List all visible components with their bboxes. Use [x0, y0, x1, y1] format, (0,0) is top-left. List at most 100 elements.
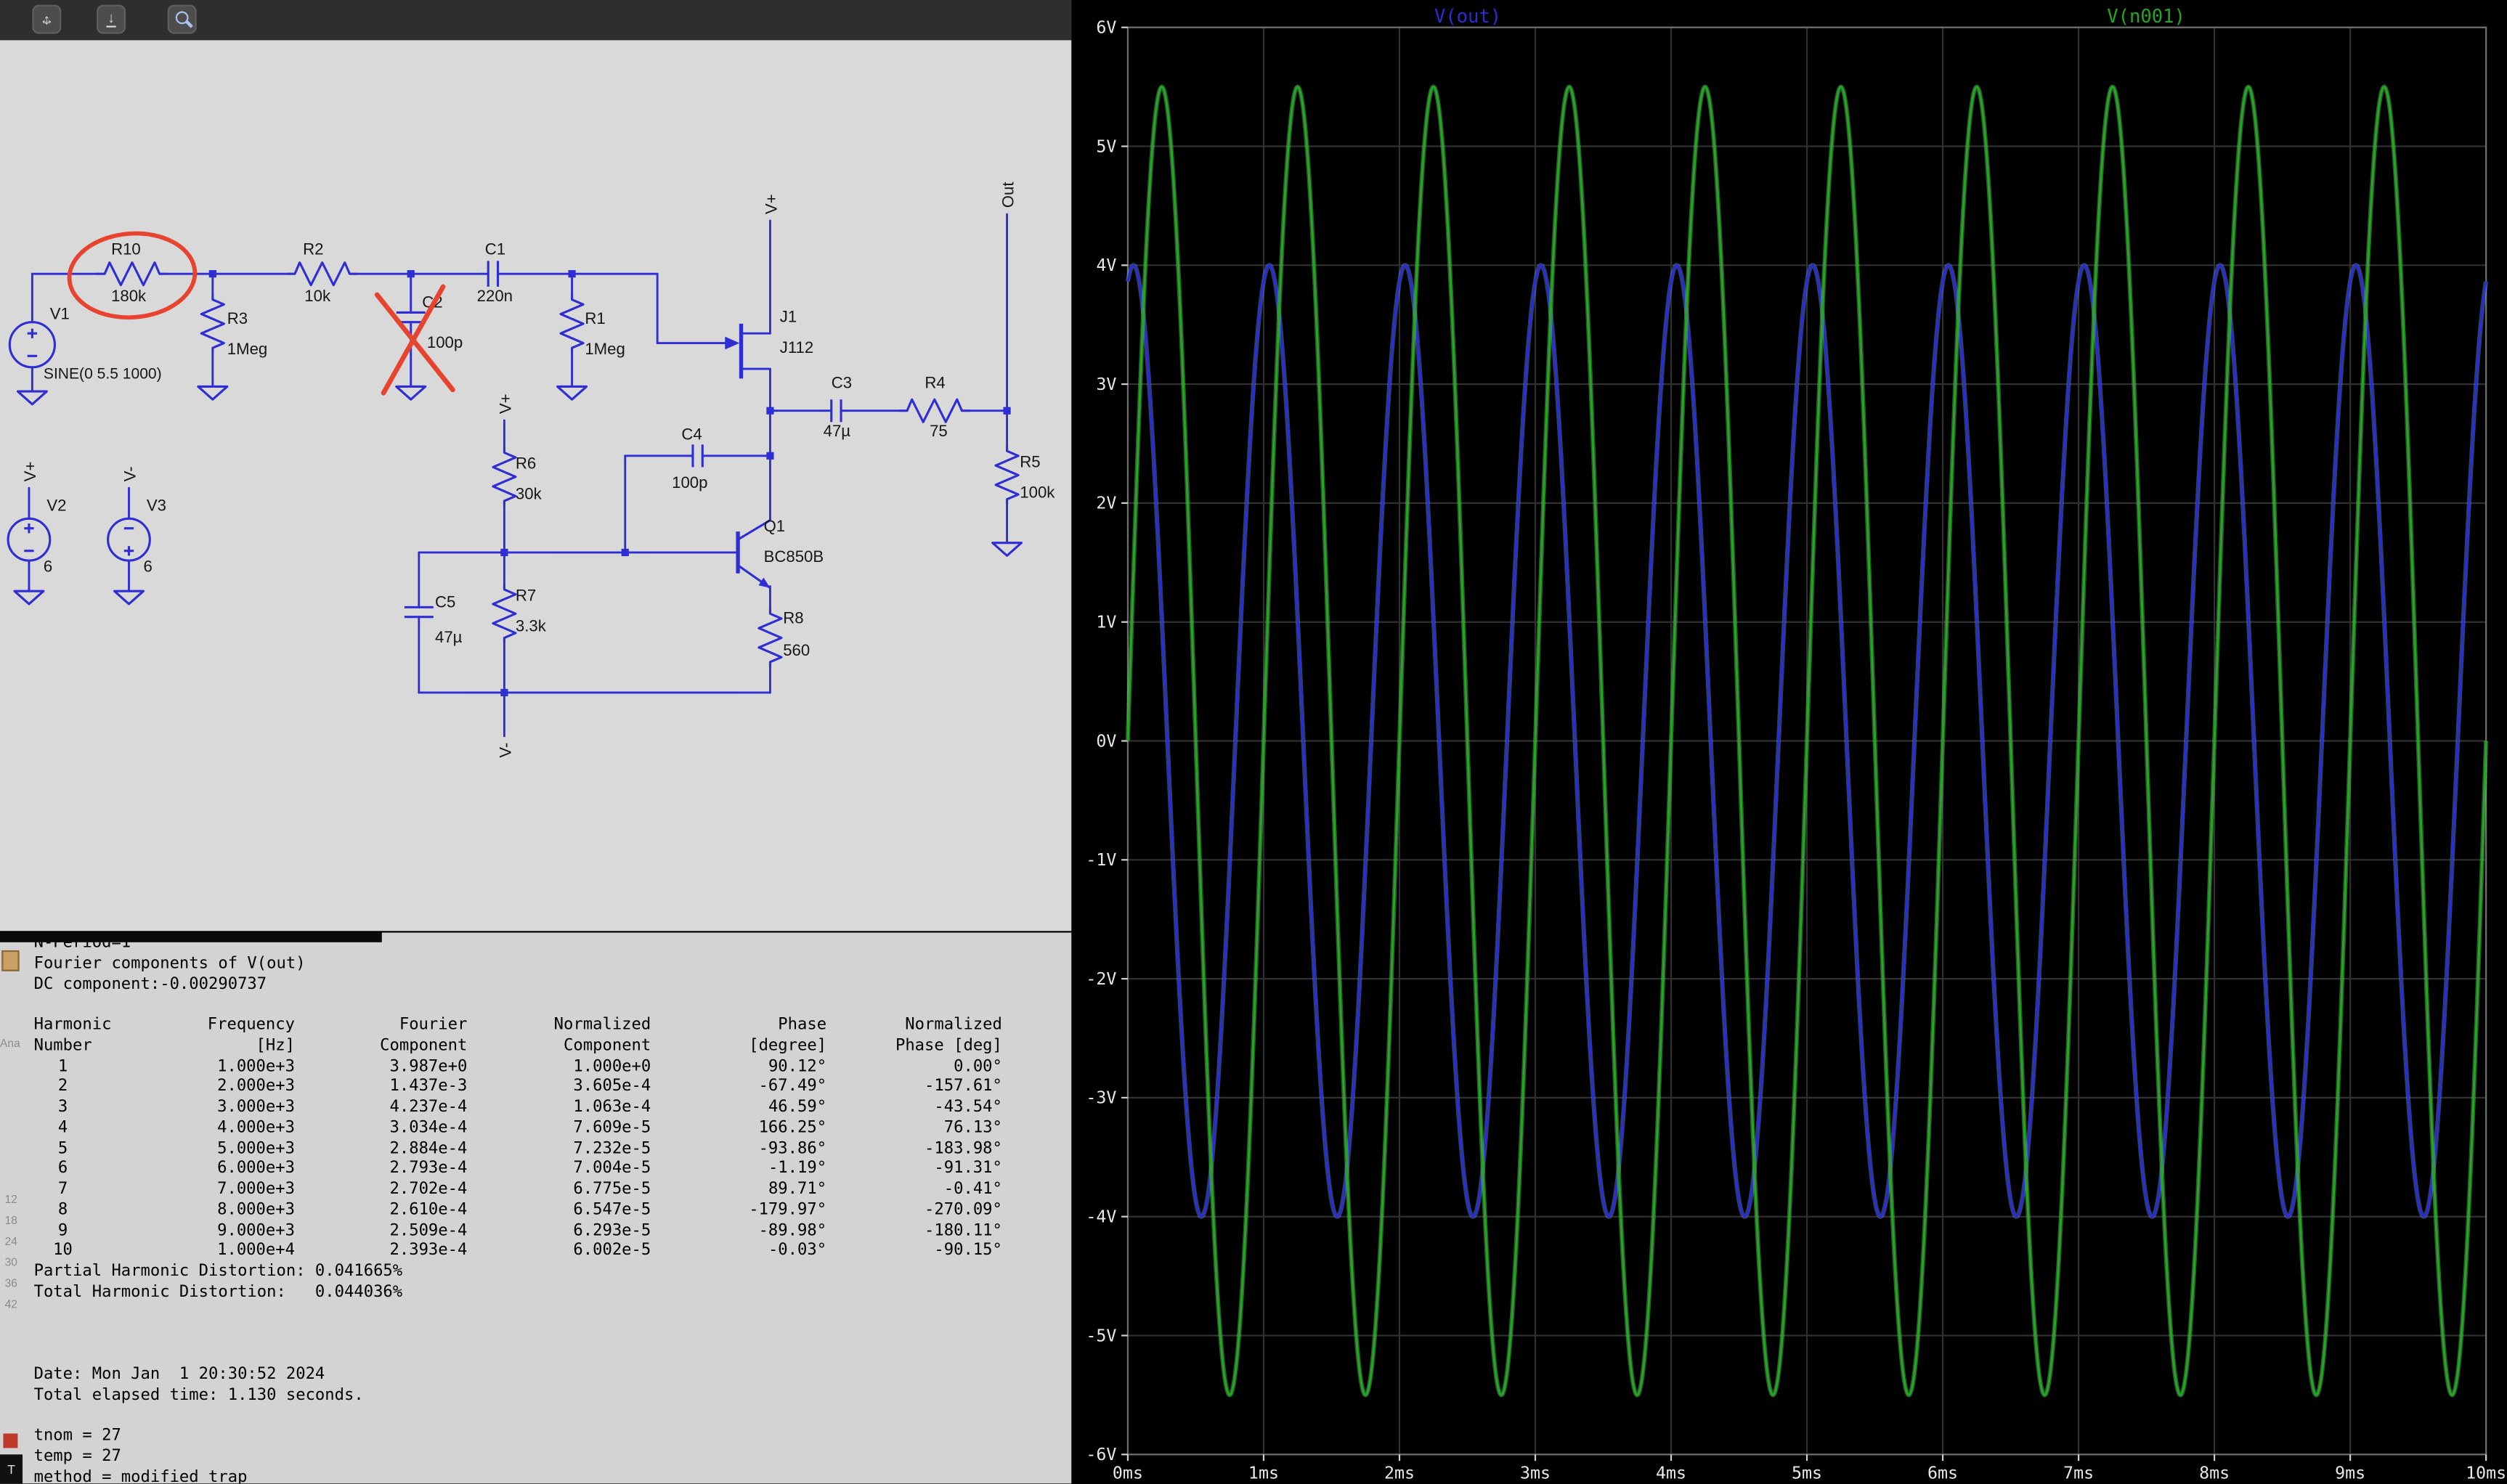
r1-ref: R1 — [585, 309, 605, 327]
r10-ref: R10 — [111, 240, 141, 258]
v1-ref: V1 — [50, 304, 70, 322]
svg-text:2V: 2V — [1096, 494, 1116, 513]
log-line: method = modified trap — [0, 1468, 1071, 1484]
svg-text:8ms: 8ms — [2199, 1464, 2230, 1483]
fourier-row: 22.000e+31.437e-33.605e-4-67.49°-157.61° — [0, 1078, 1071, 1098]
log-line: Total Harmonic Distortion: 0.044036% — [0, 1284, 1071, 1304]
c4-value: 100p — [672, 473, 707, 492]
c3-ref: C3 — [832, 374, 852, 392]
down-arrow-icon: ↓ — [98, 7, 123, 32]
svg-text:9ms: 9ms — [2335, 1464, 2365, 1483]
r8-ref: R8 — [783, 609, 803, 627]
r2-value: 10k — [304, 287, 331, 305]
move-tool-button[interactable]: ↔ ↕ — [32, 5, 61, 34]
move-arrows-icon: ↕ — [34, 7, 60, 32]
flag-vminus-bus: V- — [496, 743, 514, 758]
r2-ref: R2 — [303, 240, 323, 258]
fourier-row: 101.000e+42.393e-46.002e-5-0.03°-90.15° — [0, 1242, 1071, 1263]
log-line: DC component:-0.00290737 — [0, 975, 1071, 995]
fourier-table: 11.000e+33.987e+01.000e+090.12°0.00° 22.… — [0, 1057, 1071, 1263]
r8-value: 560 — [783, 641, 810, 659]
c2-value: 100p — [427, 333, 463, 351]
waveform-panel: V(out) V(n001) 6V5V4V3V2V1V0V-1V-2V-3V-4… — [1071, 0, 2507, 1484]
fourier-header-row-2: Number[Hz]ComponentComponent[degree]Phas… — [0, 1037, 1071, 1057]
q1-value: BC850B — [764, 547, 824, 566]
c1-value: 220n — [477, 287, 513, 305]
spice-output-log: N-Period=1 Fourier components of V(out) … — [0, 931, 1071, 1484]
svg-text:4V: 4V — [1096, 256, 1116, 275]
svg-text:-4V: -4V — [1086, 1207, 1116, 1226]
log-line: Total elapsed time: 1.130 seconds. — [0, 1386, 1071, 1406]
probe-tool-button[interactable] — [168, 5, 197, 34]
waveform-plot[interactable]: 6V5V4V3V2V1V0V-1V-2V-3V-4V-5V-6V0ms1ms2m… — [1071, 0, 2507, 1483]
log-line: Partial Harmonic Distortion: 0.041665% — [0, 1263, 1071, 1283]
log-line — [0, 1324, 1071, 1345]
flag-vminus-v3: V- — [121, 466, 139, 481]
c4-ref: C4 — [681, 425, 702, 444]
log-line: Fourier components of V(out) — [0, 955, 1071, 975]
magnifier-icon — [176, 12, 189, 25]
drop-tool-button[interactable]: ↓ — [97, 5, 126, 34]
log-line: Date: Mon Jan 1 20:30:52 2024 — [0, 1366, 1071, 1386]
svg-text:-6V: -6V — [1086, 1445, 1116, 1464]
r1-value: 1Meg — [585, 340, 625, 358]
palette-size-item: 18 — [5, 1216, 17, 1228]
schematic-canvas[interactable]: V1 SINE(0 5.5 1000) R10 180k R3 1Meg R2 — [0, 40, 1071, 931]
fourier-row: 55.000e+32.884e-47.232e-5-93.86°-183.98° — [0, 1140, 1071, 1160]
palette-text-tool: T — [0, 1454, 23, 1483]
j1-value: J112 — [780, 338, 813, 356]
r7-ref: R7 — [516, 587, 536, 605]
c5-value: 47µ — [435, 628, 463, 646]
r3-value: 1Meg — [227, 340, 267, 358]
svg-text:3V: 3V — [1096, 375, 1116, 394]
log-line — [0, 1304, 1071, 1324]
palette-fragment-label: Ana — [0, 1039, 20, 1051]
svg-text:4ms: 4ms — [1656, 1464, 1686, 1483]
v1-value: SINE(0 5.5 1000) — [44, 365, 162, 382]
fourier-row: 88.000e+32.610e-46.547e-5-179.97°-270.09… — [0, 1201, 1071, 1221]
r10-value: 180k — [111, 287, 147, 305]
r6-value: 30k — [516, 485, 543, 503]
r4-ref: R4 — [925, 374, 945, 392]
svg-text:6ms: 6ms — [1927, 1464, 1958, 1483]
c5-ref: C5 — [435, 592, 455, 611]
svg-text:-2V: -2V — [1086, 969, 1116, 989]
svg-text:7ms: 7ms — [2063, 1464, 2094, 1483]
fourier-header-row-1: HarmonicFrequencyFourierNormalizedPhaseN… — [0, 1016, 1071, 1037]
palette-size-item: 12 — [5, 1195, 17, 1207]
j1-ref: J1 — [780, 308, 797, 326]
v2-value: 6 — [44, 558, 52, 576]
palette-size-item: 24 — [5, 1237, 17, 1249]
svg-text:5V: 5V — [1096, 136, 1116, 156]
svg-text:0ms: 0ms — [1113, 1464, 1143, 1483]
c3-value: 47µ — [824, 422, 851, 440]
q1-ref: Q1 — [764, 517, 786, 535]
v3-value: 6 — [143, 558, 152, 576]
log-line — [0, 1345, 1071, 1365]
log-top-bar — [0, 933, 382, 942]
svg-text:-5V: -5V — [1086, 1326, 1116, 1345]
log-line — [0, 996, 1071, 1016]
fourier-row: 11.000e+33.987e+01.000e+090.12°0.00° — [0, 1057, 1071, 1077]
svg-text:6V: 6V — [1096, 17, 1116, 37]
c1-ref: C1 — [485, 240, 505, 258]
palette-size-item: 36 — [5, 1279, 17, 1290]
log-line: temp = 27 — [0, 1448, 1071, 1468]
fourier-row: 33.000e+34.237e-41.063e-446.59°-43.54° — [0, 1098, 1071, 1119]
fourier-row: 44.000e+33.034e-47.609e-5166.25°76.13° — [0, 1119, 1071, 1139]
flag-vplus-v2: V+ — [21, 462, 39, 482]
svg-text:10ms: 10ms — [2466, 1464, 2506, 1483]
app-window: ↔ ↕ ↓ — [0, 0, 2507, 1484]
svg-text:0V: 0V — [1096, 731, 1116, 751]
palette-size-item: 42 — [5, 1300, 17, 1311]
svg-text:2ms: 2ms — [1384, 1464, 1415, 1483]
palette-red-swatch — [3, 1433, 17, 1448]
r5-ref: R5 — [1020, 452, 1040, 470]
svg-text:5ms: 5ms — [1792, 1464, 1822, 1483]
svg-text:1ms: 1ms — [1248, 1464, 1279, 1483]
svg-text:-1V: -1V — [1086, 850, 1116, 870]
flag-out: Out — [999, 182, 1017, 208]
palette-size-item: 30 — [5, 1258, 17, 1270]
toolbar: ↔ ↕ ↓ — [0, 0, 1071, 40]
log-line — [0, 1406, 1071, 1427]
